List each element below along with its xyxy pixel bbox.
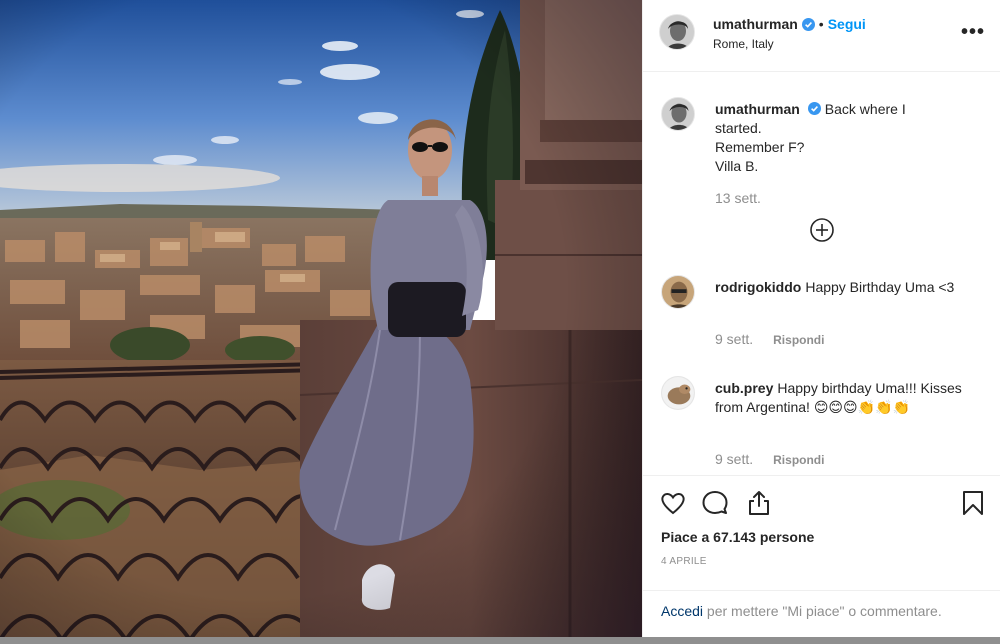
caption-time[interactable]: 13 sett.	[715, 190, 761, 206]
separator-dot: •	[818, 16, 824, 32]
comment-time[interactable]: 9 sett.	[715, 331, 753, 347]
comment-text: cub.prey Happy birthday Uma!!! Kisses fro…	[715, 379, 980, 417]
comment-meta: 9 sett. Rispondi	[715, 331, 824, 347]
likes-count[interactable]: Piace a 67.143 persone	[661, 529, 814, 545]
caption-avatar[interactable]	[661, 97, 695, 131]
author-row: umathurman • Segui	[713, 16, 866, 32]
verified-badge-icon	[801, 17, 815, 31]
comment-meta: 9 sett. Rispondi	[715, 451, 824, 467]
comment-body: Happy Birthday Uma <3	[805, 279, 955, 295]
commenter-avatar[interactable]	[661, 376, 695, 410]
post-date[interactable]: 4 APRILE	[661, 556, 707, 567]
commenter-avatar[interactable]	[661, 275, 695, 309]
caption-line-4: Villa B.	[715, 158, 759, 174]
share-icon[interactable]	[745, 489, 773, 517]
post-actions: Piace a 67.143 persone 4 APRILE	[643, 475, 1000, 595]
more-options-button[interactable]: •••	[961, 22, 985, 42]
reply-button[interactable]: Rispondi	[773, 333, 824, 347]
commenter-username[interactable]: cub.prey	[715, 380, 773, 396]
comment-time[interactable]: 9 sett.	[715, 451, 753, 467]
caption-meta: 13 sett.	[715, 190, 761, 206]
bookmark-icon[interactable]	[959, 489, 987, 517]
post-photo	[0, 0, 642, 644]
verified-badge-icon	[807, 102, 821, 115]
login-prompt: Accedi per mettere "Mi piace" o commenta…	[643, 590, 1000, 636]
caption-username[interactable]: umathurman	[715, 101, 800, 117]
follow-button[interactable]: Segui	[828, 16, 866, 32]
rome-terrace-photo	[0, 0, 642, 644]
caption-text: umathurman Back where I started. Remembe…	[715, 100, 980, 176]
login-prompt-text: per mettere "Mi piace" o commentare.	[703, 603, 942, 619]
comments-list[interactable]: umathurman Back where I started. Remembe…	[643, 73, 1000, 475]
author-username[interactable]: umathurman	[713, 16, 798, 32]
comment-text: rodrigokiddo Happy Birthday Uma <3	[715, 278, 980, 297]
commenter-username[interactable]: rodrigokiddo	[715, 279, 801, 295]
heart-icon[interactable]	[659, 489, 687, 517]
post-location[interactable]: Rome, Italy	[713, 37, 774, 51]
caption-line-2: started.	[715, 120, 762, 136]
post-details-panel: umathurman • Segui Rome, Italy ••• umath	[642, 0, 1000, 644]
post-header: umathurman • Segui Rome, Italy •••	[643, 0, 1000, 72]
login-link[interactable]: Accedi	[661, 603, 703, 619]
bottom-strip	[0, 637, 1000, 644]
plus-circle-icon[interactable]	[809, 217, 835, 243]
reply-button[interactable]: Rispondi	[773, 453, 824, 467]
caption-line-1: Back where I	[824, 101, 906, 117]
comment-icon[interactable]	[701, 489, 729, 517]
author-avatar[interactable]	[659, 14, 695, 50]
caption-line-3: Remember F?	[715, 139, 805, 155]
